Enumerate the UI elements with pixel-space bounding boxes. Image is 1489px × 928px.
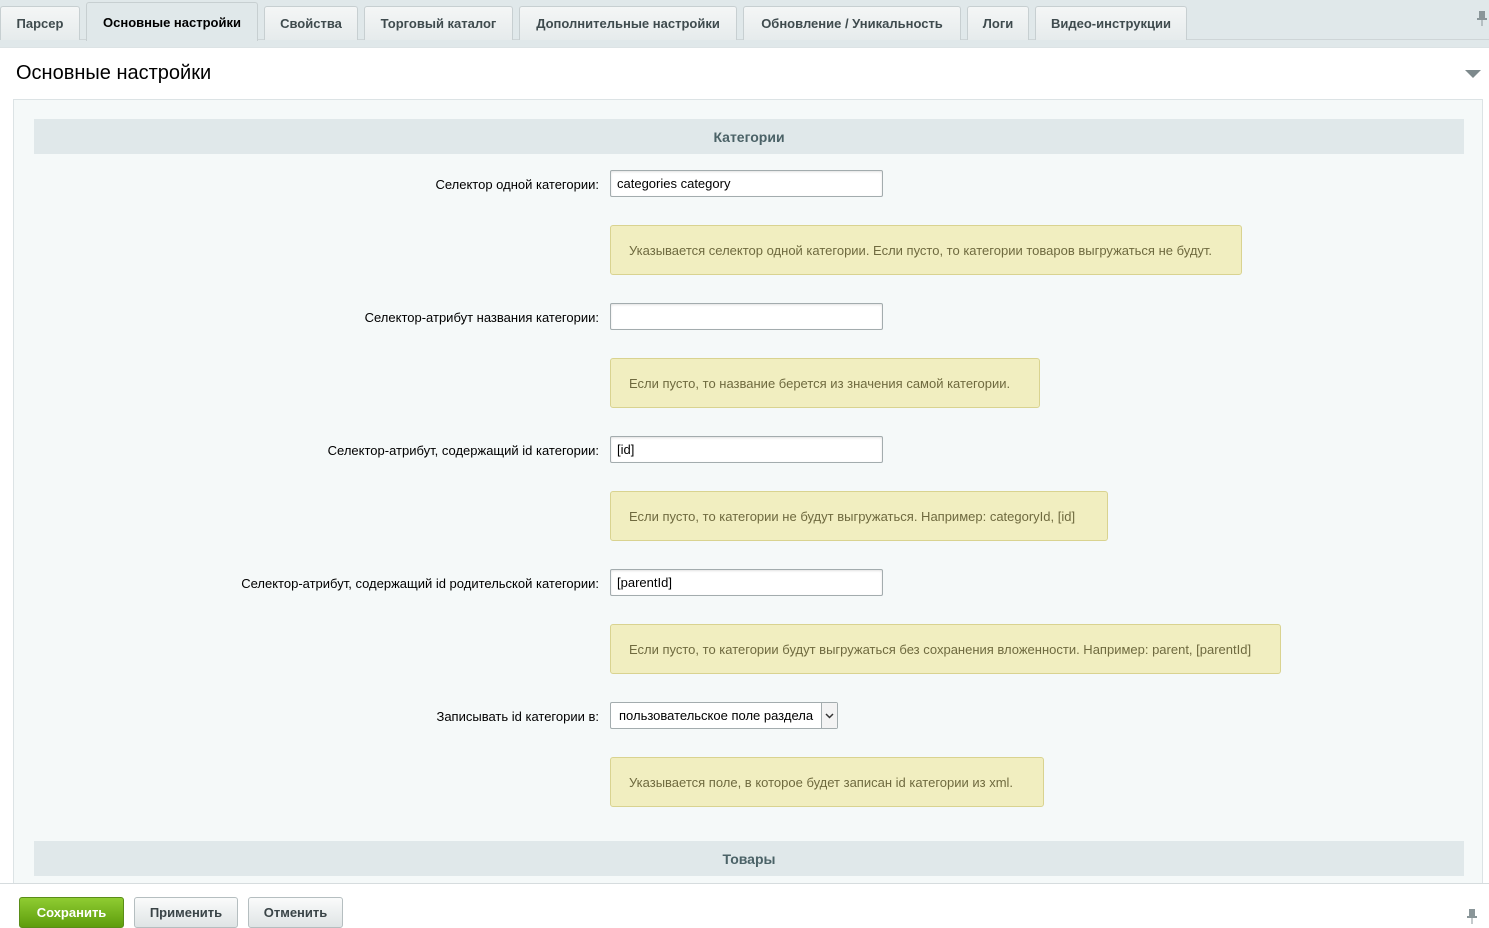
parent-id-attr-label: Селектор-атрибут, содержащий id родитель… — [241, 576, 599, 591]
save-button[interactable]: Сохранить — [19, 897, 124, 928]
parent-id-attr-hint: Если пусто, то категории будут выгружать… — [610, 624, 1281, 674]
write-id-to-label: Записывать id категории в: — [436, 709, 599, 724]
tab-update-uniqueness[interactable]: Обновление / Уникальность — [743, 6, 961, 40]
parent-id-attr-input[interactable] — [610, 569, 883, 596]
section-header-categories: Категории — [34, 119, 1464, 154]
write-id-to-select[interactable]: пользовательское поле раздела — [610, 702, 838, 729]
apply-button[interactable]: Применить — [134, 897, 238, 928]
category-id-attr-hint: Если пусто, то категории не будут выгруж… — [610, 491, 1108, 541]
cancel-button[interactable]: Отменить — [248, 897, 343, 928]
tab-logs[interactable]: Логи — [967, 6, 1029, 40]
settings-panel: Основные настройки Категории Селектор од… — [0, 47, 1489, 888]
page-title: Основные настройки — [16, 62, 212, 84]
tab-trade-catalog[interactable]: Торговый каталог — [364, 6, 513, 40]
category-name-attr-hint: Если пусто, то название берется из значе… — [610, 358, 1040, 408]
category-id-attr-label: Селектор-атрибут, содержащий id категори… — [327, 443, 599, 458]
write-id-to-hint: Указывается поле, в которое будет записа… — [610, 757, 1044, 807]
category-selector-input[interactable] — [610, 170, 883, 197]
category-id-attr-input[interactable] — [610, 436, 883, 463]
panel-body: Категории Селектор одной категории: Указ… — [13, 99, 1483, 888]
tab-main-settings[interactable]: Основные настройки — [86, 2, 258, 41]
category-selector-label: Селектор одной категории: — [435, 177, 599, 192]
tab-video-instructions[interactable]: Видео-инструкции — [1035, 6, 1187, 40]
pin-icon[interactable] — [1467, 908, 1477, 927]
footer-toolbar: Сохранить Применить Отменить — [0, 883, 1489, 928]
pin-icon[interactable] — [1477, 10, 1487, 26]
tab-properties[interactable]: Свойства — [264, 6, 358, 40]
write-id-to-selected-value: пользовательское поле раздела — [619, 708, 814, 723]
section-header-products: Товары — [34, 841, 1464, 876]
category-name-attr-input[interactable] — [610, 303, 883, 330]
tab-additional-settings[interactable]: Дополнительные настройки — [519, 6, 737, 40]
tab-parser[interactable]: Парсер — [0, 6, 80, 40]
collapse-arrow-icon[interactable] — [1465, 70, 1481, 78]
tab-bar: Парсер Основные настройки Свойства Торго… — [0, 0, 1489, 41]
category-selector-hint: Указывается селектор одной категории. Ес… — [610, 225, 1242, 275]
chevron-down-icon[interactable] — [821, 703, 837, 728]
category-name-attr-label: Селектор-атрибут названия категории: — [364, 310, 599, 325]
